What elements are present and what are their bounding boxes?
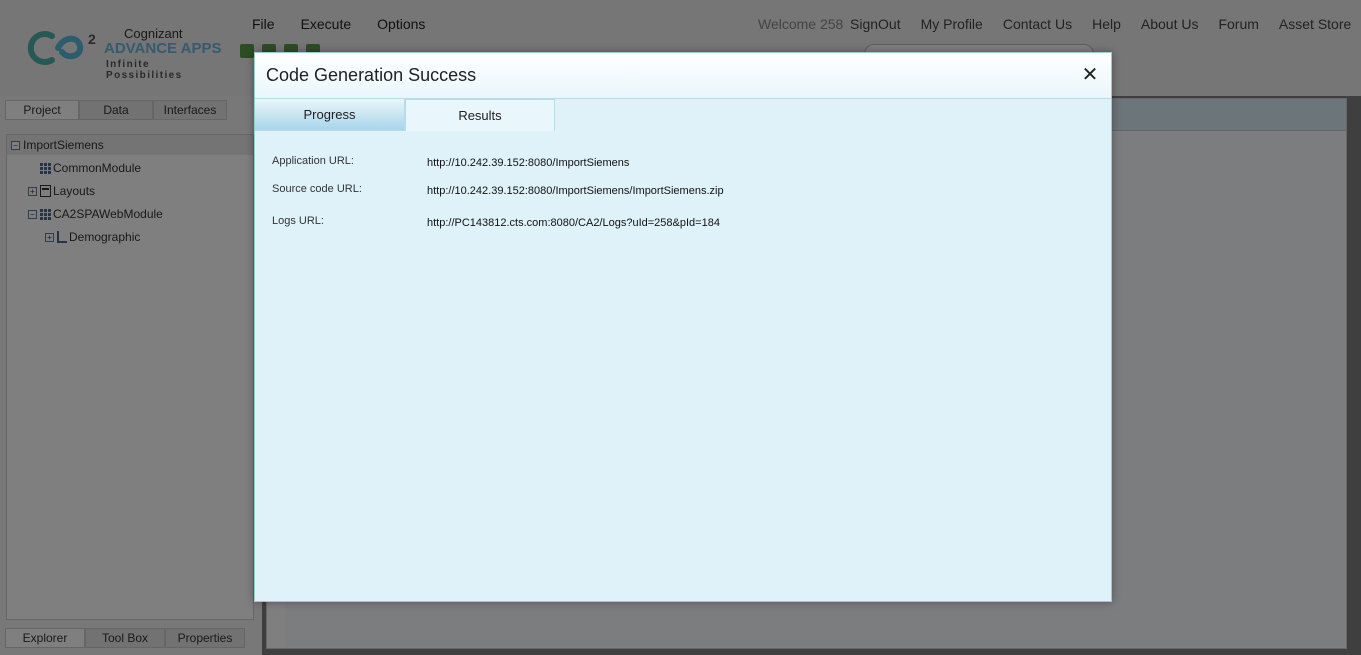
source-code-url-label: Source code URL: bbox=[272, 183, 362, 195]
logs-url-link[interactable]: http://PC143812.cts.com:8080/CA2/Logs?uI… bbox=[427, 217, 720, 229]
application-url-label: Application URL: bbox=[272, 155, 354, 167]
application-url-row: Application URL: http://10.242.39.152:80… bbox=[272, 155, 629, 169]
dialog-tabs: Progress Results bbox=[255, 99, 555, 131]
dialog-title-bar: Code Generation Success ✕ bbox=[255, 53, 1111, 99]
application-url-link[interactable]: http://10.242.39.152:8080/ImportSiemens bbox=[427, 157, 629, 169]
tab-progress[interactable]: Progress bbox=[255, 99, 405, 131]
logs-url-label: Logs URL: bbox=[272, 215, 324, 227]
results-panel: Application URL: http://10.242.39.152:80… bbox=[255, 132, 1111, 601]
logs-url-row: Logs URL: http://PC143812.cts.com:8080/C… bbox=[272, 215, 720, 229]
close-icon[interactable]: ✕ bbox=[1079, 63, 1101, 85]
code-generation-dialog: Code Generation Success ✕ Progress Resul… bbox=[254, 52, 1112, 602]
source-code-url-row: Source code URL: http://10.242.39.152:80… bbox=[272, 183, 724, 197]
dialog-title: Code Generation Success bbox=[266, 65, 477, 85]
tab-results[interactable]: Results bbox=[405, 99, 555, 131]
source-code-url-link[interactable]: http://10.242.39.152:8080/ImportSiemens/… bbox=[427, 185, 724, 197]
